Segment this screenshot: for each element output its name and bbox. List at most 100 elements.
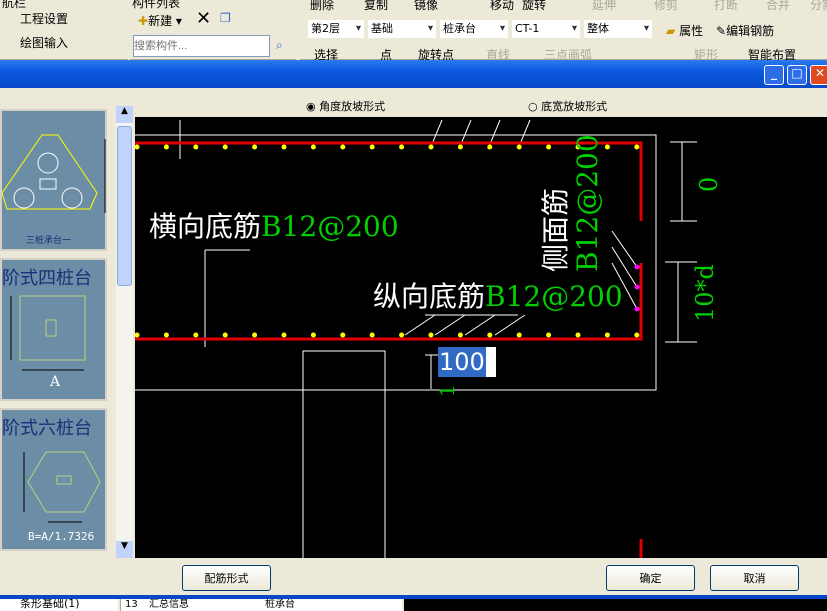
toolbar-button[interactable]: 旋转 — [522, 0, 546, 13]
property-icon: ▰ — [666, 24, 676, 38]
thumbnail-three-pile[interactable]: 三桩承台一 — [0, 109, 107, 251]
background-tree: 条形基础(1) — [0, 599, 118, 611]
thumbnail-caption: 三桩承台一 — [26, 236, 72, 246]
thumbnail-stepped-six-pile[interactable]: 阶式六桩台 B=A/1.7326 — [0, 408, 107, 551]
rebar-dot — [340, 144, 346, 150]
pencil-icon: ✎ — [716, 24, 727, 38]
edit-rebar-label: 编辑钢筋 — [726, 24, 775, 38]
toolbar-button[interactable]: 修剪 — [654, 0, 678, 13]
rebar-dot — [604, 332, 610, 338]
new-icon: ✚ — [138, 14, 149, 28]
close-button[interactable]: ✕ — [810, 65, 827, 85]
drawing-canvas[interactable]: 横向底筋B12@200 纵向底筋B12@200 侧面筋 B12@200 0 10*… — [135, 117, 827, 558]
rebar-dot — [281, 332, 287, 338]
thumbnail-scrollbar[interactable]: ▲ ▼ — [116, 106, 133, 558]
rebar-dot — [310, 332, 316, 338]
dialog-titlebar: _ □ ✕ — [0, 60, 827, 88]
new-label: 新建 — [148, 14, 173, 28]
copy-icon[interactable]: ❐ — [220, 11, 231, 25]
rebar-dot — [281, 144, 287, 150]
rebar-dot — [193, 332, 199, 338]
transverse-label-text: 横向底筋 — [149, 210, 262, 243]
toolbar-button[interactable]: 移动 — [490, 0, 514, 13]
rebar-dot — [575, 332, 581, 338]
toolbar-button[interactable]: 延伸 — [592, 0, 616, 13]
rebar-dot — [457, 144, 463, 150]
minimize-button[interactable]: _ — [764, 65, 784, 85]
six-pile-diagram — [23, 451, 101, 523]
maximize-button[interactable]: □ — [787, 65, 807, 85]
tree-item[interactable]: 条形基础(1) — [20, 599, 80, 610]
rebar-dot — [604, 144, 610, 150]
ok-button[interactable]: 确定 — [606, 565, 695, 591]
thumbnail-caption: B=A/1.7326 — [28, 530, 95, 543]
rebar-dot — [487, 144, 493, 150]
rebar-dot — [135, 144, 140, 150]
new-button[interactable]: ✚新建 ▾ — [138, 12, 182, 29]
bottom-leaders — [404, 314, 526, 336]
radio-angle-slope[interactable]: ◉ 角度放坡形式 — [306, 98, 385, 114]
rebar-dot — [135, 332, 140, 338]
nav-item-drawing-input[interactable]: 绘图输入 — [20, 34, 120, 51]
grid-cell[interactable]: 桩承台 — [265, 599, 295, 611]
rebar-dot — [222, 332, 228, 338]
dialog-body: ◉ 角度放坡形式 ○ 底宽放坡形式 三桩承台一 阶式四桩台 A 阶式六桩台 B=… — [0, 88, 827, 595]
category-select[interactable]: 基础 — [368, 20, 436, 38]
thumbnail-caption: A — [50, 374, 61, 390]
mode-select[interactable]: 整体 — [584, 20, 652, 38]
toolbar-button[interactable]: 合并 — [766, 0, 790, 13]
rebar-form-button[interactable]: 配筋形式 — [182, 565, 271, 591]
component-list-panel: 构件列表 ✚新建 ▾ ✕ ❐ ⌕ — [130, 0, 296, 60]
background-canvas — [404, 599, 827, 611]
floor-select[interactable]: 第2层 — [308, 20, 364, 38]
rebar-dot — [457, 332, 463, 338]
toolbar-button[interactable]: 打断 — [714, 0, 738, 13]
rebar-dot — [399, 144, 405, 150]
search-input[interactable] — [133, 35, 270, 57]
rebar-dot — [163, 144, 169, 150]
rebar-dot — [546, 332, 552, 338]
rebar-dot — [487, 332, 493, 338]
search-icon[interactable]: ⌕ — [276, 38, 283, 53]
delete-icon[interactable]: ✕ — [196, 8, 211, 29]
scroll-thumb[interactable] — [117, 126, 132, 286]
side-rebar-label: 侧面筋 B12@200 — [539, 134, 604, 272]
toolbar-button[interactable]: 删除 — [310, 0, 334, 13]
rebar-dot — [516, 144, 522, 150]
nav-panel: 航栏 工程设置 绘图输入 — [0, 0, 128, 60]
transverse-value[interactable]: B12@200 — [261, 210, 399, 243]
rebar-dot — [634, 284, 640, 290]
edit-rebar-button[interactable]: ✎编辑钢筋 — [716, 22, 774, 39]
main-toolbar: 删除复制镜像移动旋转延伸修剪打断合并分割 第2层 基础 桩承台 CT-1 整体 … — [300, 0, 827, 62]
rebar-dot — [399, 332, 405, 338]
property-label: 属性 — [679, 24, 704, 38]
property-button[interactable]: ▰ 属性 — [666, 22, 703, 39]
thumbnail-stepped-four-pile[interactable]: 阶式四桩台 A — [0, 258, 107, 401]
dimension-input[interactable]: 100 — [438, 347, 496, 377]
rebar-dot — [369, 144, 375, 150]
dim-bottom-value[interactable]: 10*d — [691, 264, 719, 322]
name-select[interactable]: CT-1 — [512, 20, 580, 38]
toolbar-button[interactable]: 复制 — [364, 0, 388, 13]
toolbar-button[interactable]: 分割 — [810, 0, 827, 13]
rebar-dot — [252, 332, 258, 338]
longitudinal-value[interactable]: B12@200 — [485, 280, 623, 313]
side-value[interactable]: B12@200 — [571, 134, 604, 272]
grid-cell[interactable]: 汇总信息 — [149, 599, 189, 611]
rebar-dot — [428, 332, 434, 338]
nav-item-project-settings[interactable]: 工程设置 — [20, 10, 120, 27]
rebar-dot — [428, 144, 434, 150]
type-select[interactable]: 桩承台 — [440, 20, 508, 38]
cancel-button[interactable]: 取消 — [710, 565, 799, 591]
thumbnail-list: 三桩承台一 阶式四桩台 A 阶式六桩台 B=A/1.7326 — [0, 106, 116, 558]
scroll-down-button[interactable]: ▼ — [116, 541, 133, 558]
rebar-dot — [340, 332, 346, 338]
dim-top-value[interactable]: 0 — [695, 177, 723, 192]
scroll-up-button[interactable]: ▲ — [116, 106, 133, 123]
longitudinal-rebar-label: 纵向底筋B12@200 — [373, 275, 623, 315]
dim-small-value: 1 — [435, 384, 459, 397]
radio-bottom-width-slope[interactable]: ○ 底宽放坡形式 — [528, 98, 607, 114]
rebar-dot — [516, 332, 522, 338]
toolbar-button[interactable]: 镜像 — [414, 0, 438, 13]
radio-label: 角度放坡形式 — [319, 100, 386, 113]
